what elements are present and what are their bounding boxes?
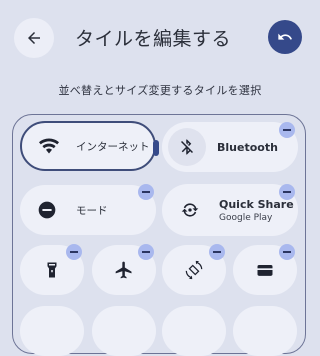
quick-share-icon bbox=[171, 191, 209, 229]
wallet-icon bbox=[255, 260, 275, 280]
tile-label: モード bbox=[76, 204, 108, 217]
tile-partial[interactable] bbox=[162, 306, 226, 356]
tile-partial[interactable] bbox=[20, 306, 84, 356]
flashlight-icon bbox=[43, 261, 61, 279]
tile-mode[interactable]: モード bbox=[20, 185, 156, 235]
wifi-icon bbox=[30, 127, 68, 165]
tile-partial[interactable] bbox=[92, 306, 156, 356]
tile-quick-share[interactable]: Quick Share Google Play bbox=[162, 184, 298, 236]
page-title: タイルを編集する bbox=[75, 28, 232, 50]
tile-bluetooth[interactable]: Bluetooth bbox=[162, 122, 298, 172]
instruction-text: 並べ替えとサイズ変更するタイルを選択 bbox=[58, 84, 262, 97]
tile-label: Quick Share bbox=[219, 197, 294, 211]
arrow-left-icon bbox=[25, 29, 43, 47]
remove-tile-button[interactable] bbox=[138, 244, 154, 260]
app-bar: タイルを編集する bbox=[0, 0, 320, 78]
remove-tile-button[interactable] bbox=[209, 244, 225, 260]
airplane-icon bbox=[114, 260, 134, 280]
remove-tile-button[interactable] bbox=[279, 184, 295, 200]
tile-internet[interactable]: インターネット bbox=[20, 121, 156, 171]
auto-rotate-icon bbox=[184, 260, 204, 280]
tile-label: インターネット bbox=[76, 140, 150, 153]
remove-tile-button[interactable] bbox=[138, 184, 154, 200]
tile-text: Quick Share Google Play bbox=[219, 198, 294, 223]
bluetooth-off-icon bbox=[168, 128, 206, 166]
remove-tile-button[interactable] bbox=[66, 244, 82, 260]
undo-icon bbox=[277, 29, 293, 45]
tile-label: Bluetooth bbox=[217, 140, 278, 154]
back-button[interactable] bbox=[14, 18, 54, 58]
remove-tile-button[interactable] bbox=[279, 122, 295, 138]
remove-tile-button[interactable] bbox=[279, 244, 295, 260]
do-not-disturb-icon bbox=[28, 191, 66, 229]
tile-partial[interactable] bbox=[233, 306, 297, 356]
tile-sublabel: Google Play bbox=[219, 212, 273, 223]
reset-button[interactable] bbox=[268, 20, 302, 54]
resize-handle[interactable] bbox=[153, 140, 159, 156]
